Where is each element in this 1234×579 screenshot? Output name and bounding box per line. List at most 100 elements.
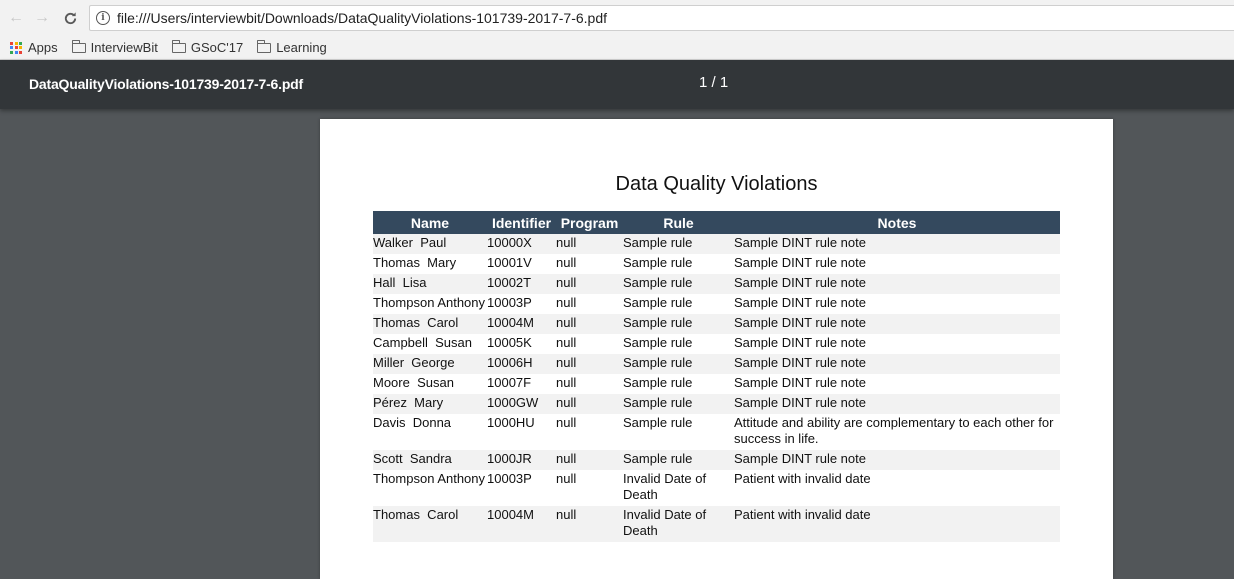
browser-toolbar: ← → i file:///Users/interviewbit/Downloa…	[0, 0, 1234, 36]
cell-program: null	[556, 471, 577, 486]
cell-rule: Sample rule	[623, 275, 693, 290]
folder-icon	[171, 39, 186, 53]
cell-identifier: 1000HU	[487, 415, 535, 430]
column-header-rule: Rule	[663, 214, 694, 231]
cell-notes: Attitude and ability are complementary t…	[734, 415, 1054, 446]
table-row: Davis Donna 1000HU null Sample rule Attitude…	[373, 414, 1060, 450]
cell-program: null	[556, 507, 577, 522]
cell-rule: Sample rule	[623, 295, 693, 310]
cell-program: null	[556, 275, 577, 290]
cell-name: Miller George	[373, 355, 455, 370]
bookmark-label: Learning	[276, 40, 327, 55]
bookmark-learning[interactable]: Learning	[257, 39, 327, 55]
cell-name: Davis Donna	[373, 415, 452, 430]
table-header-row: Name Identifier Program Rule Notes	[373, 211, 1060, 234]
cell-identifier: 10002T	[487, 275, 532, 290]
bookmark-label: GSoC'17	[190, 40, 244, 55]
cell-name: Thompson Anthony	[373, 295, 486, 310]
cell-name: Campbell Susan	[373, 335, 472, 350]
table-row: Miller George 10006H null Sample rule Sample…	[373, 354, 1060, 374]
column-header-program: Program	[560, 214, 619, 231]
folder-icon	[257, 39, 272, 53]
cell-notes: Sample DINT rule note	[734, 355, 866, 370]
column-header-notes: Notes	[877, 214, 917, 231]
cell-name: Scott Sandra	[373, 451, 452, 466]
cell-name: Thomas Carol	[373, 315, 459, 330]
cell-identifier: 1000GW	[487, 395, 539, 410]
apps-grid-icon	[10, 41, 22, 54]
bookmark-apps[interactable]: Apps	[10, 40, 58, 55]
table-row: Moore Susan 10007F null Sample rule Sample D…	[373, 374, 1060, 394]
table-row: Scott Sandra 1000JR null Sample rule Sample …	[373, 450, 1060, 470]
cell-program: null	[556, 235, 577, 250]
cell-rule: Sample rule	[623, 395, 693, 410]
cell-notes: Sample DINT rule note	[734, 235, 866, 250]
cell-notes: Sample DINT rule note	[734, 275, 866, 290]
document-title: Data Quality Violations	[615, 173, 818, 195]
cell-identifier: 10004M	[487, 315, 534, 330]
table-row: Walker Paul 10000X null Sample rule Sample D…	[373, 234, 1060, 254]
cell-name: Thomas Carol	[373, 507, 459, 522]
pdf-viewer-toolbar: DataQualityViolations-101739-2017-7-6.pd…	[0, 60, 1234, 109]
forward-arrow-icon[interactable]: →	[32, 8, 52, 28]
column-header-identifier: Identifier	[491, 214, 552, 231]
table-row: Thompson Anthony 10003P null Invalid Date o…	[373, 470, 1060, 506]
cell-name: Thompson Anthony	[373, 471, 486, 486]
cell-program: null	[556, 451, 577, 466]
table-body: Walker Paul 10000X null Sample rule Sample D…	[373, 234, 1060, 542]
cell-program: null	[556, 375, 577, 390]
table-row: Pérez Mary 1000GW null Sample rule Sample DI…	[373, 394, 1060, 414]
cell-rule: Sample rule	[623, 235, 693, 250]
table-row: Thomas Carol 10004M null Sample rule Sample …	[373, 314, 1060, 334]
page-indicator[interactable]: 1 / 1	[699, 74, 728, 91]
cell-notes: Sample DINT rule note	[734, 375, 866, 390]
cell-identifier: 10001V	[487, 255, 532, 270]
cell-program: null	[556, 395, 577, 410]
cell-identifier: 10007F	[487, 375, 532, 390]
reload-icon[interactable]	[60, 8, 80, 28]
cell-rule: Sample rule	[623, 335, 693, 350]
cell-rule: Sample rule	[623, 255, 693, 270]
cell-program: null	[556, 315, 577, 330]
table-row: Thomas Mary 10001V null Sample rule Sample D…	[373, 254, 1060, 274]
back-arrow-icon[interactable]: ←	[6, 8, 26, 28]
cell-name: Walker Paul	[373, 235, 447, 250]
url-text[interactable]: file:///Users/interviewbit/Downloads/Dat…	[117, 10, 607, 26]
table-row: Thompson Anthony 10003P null Sample rule Sam…	[373, 294, 1060, 314]
info-icon[interactable]: i	[96, 11, 110, 25]
cell-rule: Sample rule	[623, 375, 693, 390]
cell-rule: Sample rule	[623, 451, 693, 466]
cell-identifier: 10006H	[487, 355, 533, 370]
bookmark-interviewbit[interactable]: InterviewBit	[71, 39, 158, 55]
bookmarks-bar: Apps InterviewBit GSoC'17 Learning	[0, 36, 1234, 60]
cell-program: null	[556, 255, 577, 270]
cell-notes: Patient with invalid date	[734, 507, 871, 522]
cell-name: Pérez Mary	[373, 395, 444, 410]
address-bar[interactable]: i file:///Users/interviewbit/Downloads/D…	[89, 5, 1234, 31]
cell-notes: Sample DINT rule note	[734, 315, 866, 330]
cell-program: null	[556, 335, 577, 350]
cell-notes: Patient with invalid date	[734, 471, 871, 486]
cell-notes: Sample DINT rule note	[734, 295, 866, 310]
bookmark-label: Apps	[28, 40, 58, 55]
table-row: Hall Lisa 10002T null Sample rule Sample DIN…	[373, 274, 1060, 294]
cell-notes: Sample DINT rule note	[734, 395, 866, 410]
cell-identifier: 10003P	[487, 471, 532, 486]
table-row: Campbell Susan 10005K null Sample rule Sampl…	[373, 334, 1060, 354]
cell-name: Hall Lisa	[373, 275, 427, 290]
cell-rule: Sample rule	[623, 355, 693, 370]
cell-rule: Invalid Date of Death	[623, 471, 707, 502]
cell-program: null	[556, 295, 577, 310]
bookmark-gsoc[interactable]: GSoC'17	[171, 39, 244, 55]
cell-notes: Sample DINT rule note	[734, 335, 866, 350]
cell-identifier: 10003P	[487, 295, 532, 310]
cell-rule: Sample rule	[623, 315, 693, 330]
table-row: Thomas Carol 10004M null Invalid Date of De…	[373, 506, 1060, 542]
cell-notes: Sample DINT rule note	[734, 451, 866, 466]
cell-name: Moore Susan	[373, 375, 454, 390]
cell-identifier: 10000X	[487, 235, 532, 250]
folder-icon	[71, 39, 86, 53]
cell-identifier: 10005K	[487, 335, 532, 350]
bookmark-label: InterviewBit	[90, 40, 158, 55]
cell-rule: Invalid Date of Death	[623, 507, 707, 538]
